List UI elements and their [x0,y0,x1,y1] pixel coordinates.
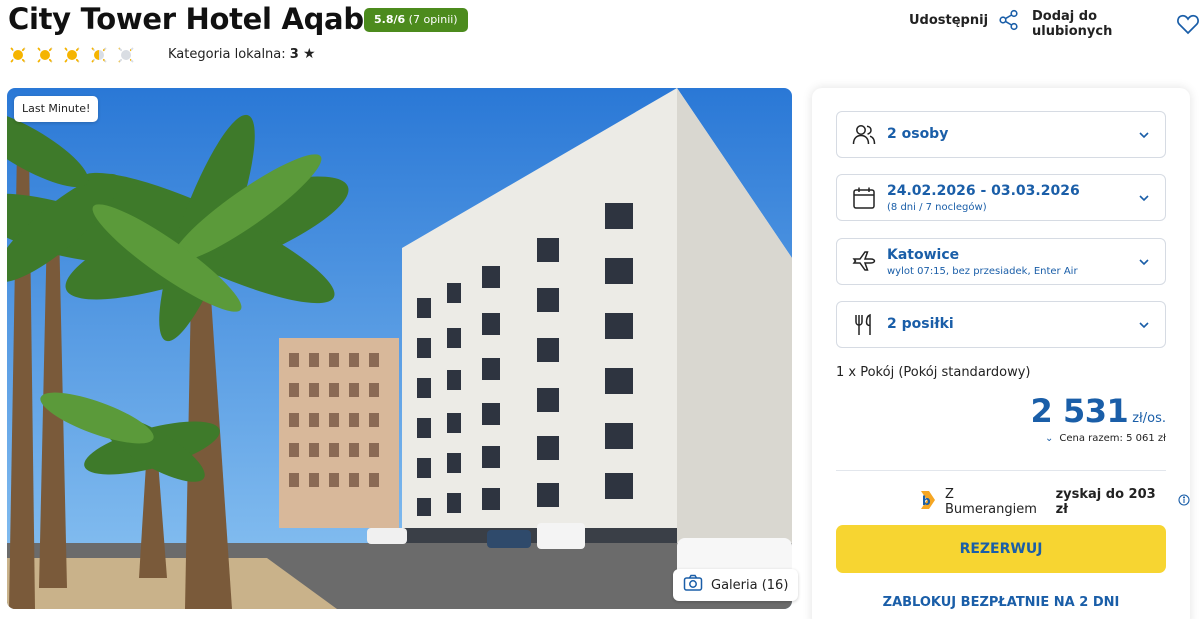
chevron-down-icon: ⌄ [1045,433,1054,444]
calendar-icon [851,185,877,211]
bumerang-prefix: Z Bumerangiem [945,487,1037,517]
rating-badge[interactable]: 5.8/6 (7 opinii) [364,8,468,32]
price-unit: zł/os. [1132,411,1166,426]
sun-rating [8,45,136,65]
hotel-title: City Tower Hotel Aqaba [8,2,384,36]
cutlery-icon [851,312,877,338]
meals-value: 2 posiłki [887,316,954,332]
svg-text:b: b [922,494,931,508]
sun-icon [8,45,28,65]
heart-icon [1176,13,1200,35]
departure-city: Katowice [887,247,960,263]
sun-icon [35,45,55,65]
share-button[interactable]: Udostępnij [909,9,1020,31]
gallery-label: Galeria (16) [711,577,789,593]
last-minute-badge: Last Minute! [14,96,99,122]
plane-icon [851,249,877,275]
chevron-down-icon [1137,255,1151,269]
bumerang-logo-icon: b [917,489,937,515]
info-icon[interactable] [1178,494,1190,510]
price-per-person: 2 531 zł/os. [1031,392,1166,430]
booking-panel: 2 osoby 24.02.2026 - 03.03.2026 (8 dni /… [812,88,1190,619]
star-icon: ★ [302,46,316,62]
local-category: Kategoria lokalna: 3 ★ [168,46,316,62]
rating-score: 5.8/6 [374,13,406,26]
people-icon [851,122,877,148]
favorite-button[interactable]: Dodaj do ulubionych [1032,9,1200,39]
block-free-button[interactable]: ZABLOKUJ BEZPŁATNIE NA 2 DNI [836,595,1166,610]
local-category-value: 3 [289,47,299,62]
room-info: 1 x Pokój (Pokój standardowy) [836,365,1031,380]
hotel-photo[interactable] [7,88,792,609]
share-label: Udostępnij [909,12,989,28]
total-price[interactable]: ⌄ Cena razem: 5 061 zł [1045,433,1166,444]
total-price-label: Cena razem: 5 061 zł [1059,433,1166,444]
chevron-down-icon [1137,318,1151,332]
sun-icon [89,45,109,65]
price-amount: 2 531 [1030,392,1129,430]
chevron-down-icon [1137,191,1151,205]
gallery-button[interactable]: Galeria (16) [673,569,799,601]
sun-icon [116,45,136,65]
departure-sub: wylot 07:15, bez przesiadek, Enter Air [887,266,1078,277]
rating-reviews: (7 opinii) [408,13,458,26]
reserve-button[interactable]: REZERWUJ [836,525,1166,573]
departure-select[interactable]: Katowice wylot 07:15, bez przesiadek, En… [836,238,1166,285]
share-icon [998,9,1020,31]
guests-select[interactable]: 2 osoby [836,111,1166,158]
guests-value: 2 osoby [887,126,949,142]
camera-icon [683,574,703,596]
dates-value: 24.02.2026 - 03.03.2026 [887,183,1080,199]
chevron-down-icon [1137,128,1151,142]
favorite-label: Dodaj do ulubionych [1032,9,1113,39]
bumerang-offer: b Z Bumerangiem zyskaj do 203 zł [917,487,1190,517]
dates-sub: (8 dni / 7 noclegów) [887,202,987,213]
meals-select[interactable]: 2 posiłki [836,301,1166,348]
sun-icon [62,45,82,65]
bumerang-bonus: zyskaj do 203 zł [1055,487,1156,517]
dates-select[interactable]: 24.02.2026 - 03.03.2026 (8 dni / 7 nocle… [836,174,1166,221]
divider [836,470,1166,471]
local-category-label: Kategoria lokalna: [168,47,286,62]
